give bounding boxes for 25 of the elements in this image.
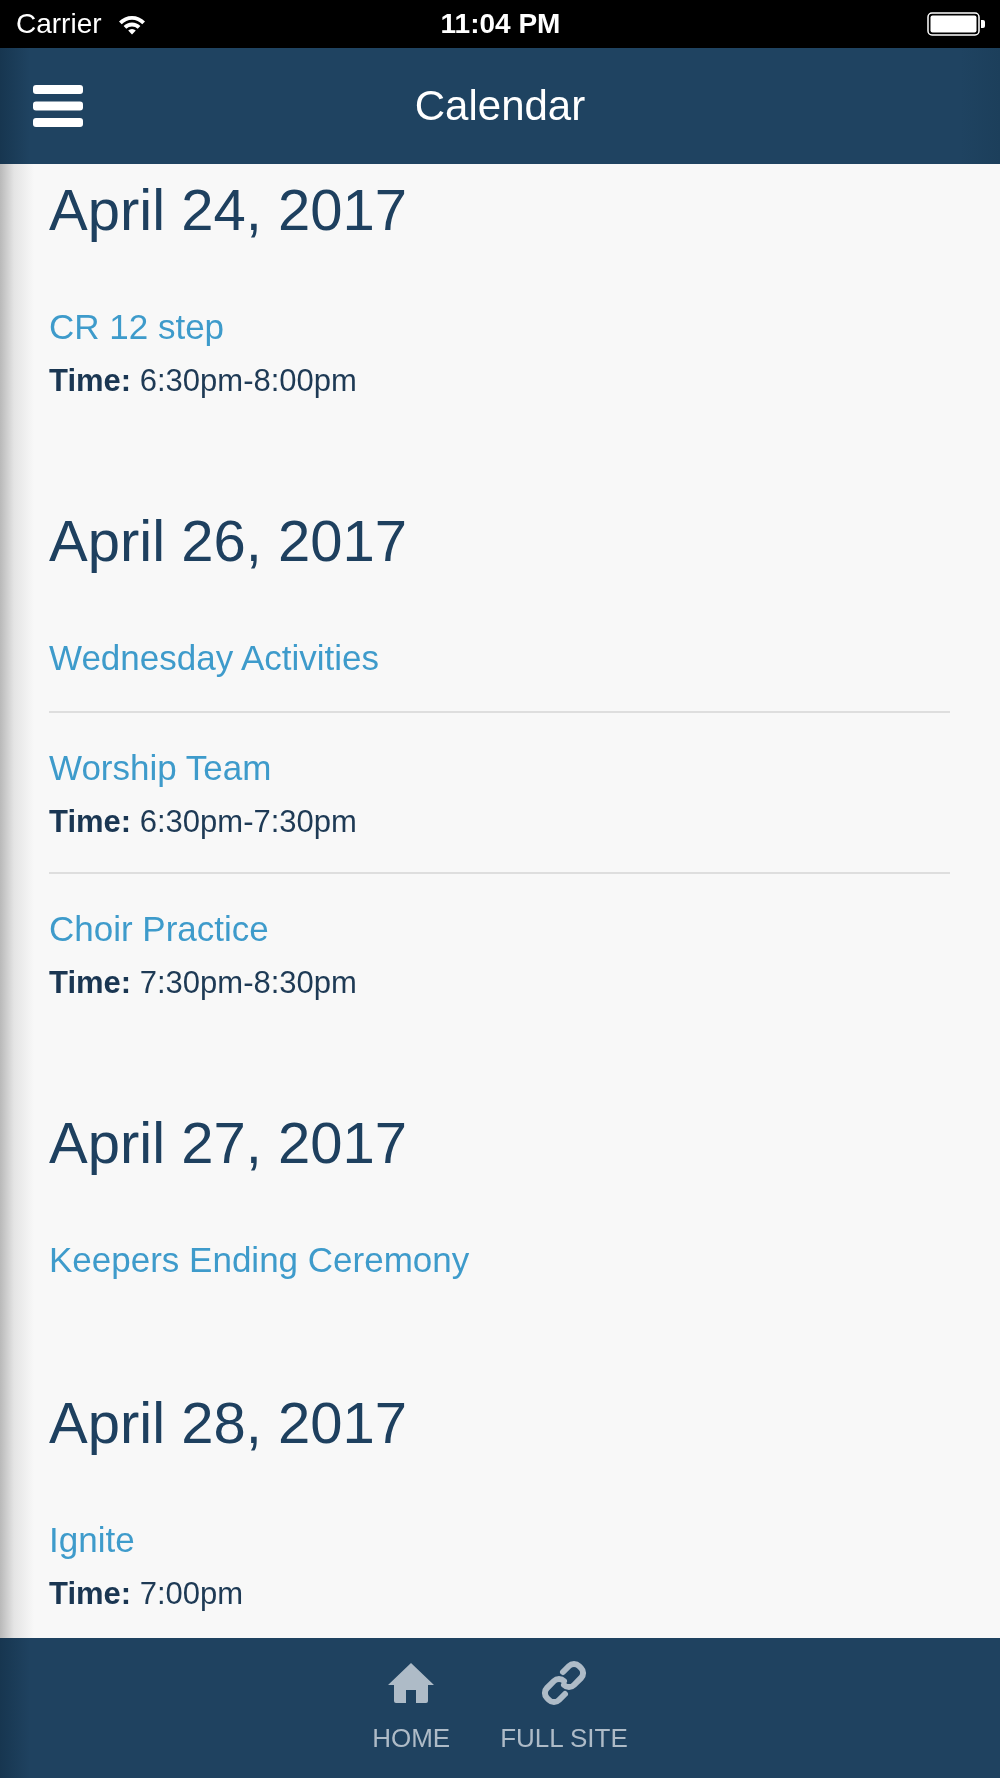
event-link[interactable]: Worship Team <box>49 746 272 790</box>
menu-icon <box>33 85 83 127</box>
link-icon <box>541 1660 587 1706</box>
full-site-tab-button[interactable]: FULL SITE <box>500 1659 628 1753</box>
event-time: Time: 6:30pm-7:30pm <box>49 803 357 841</box>
event-link[interactable]: Keepers Ending Ceremony <box>49 1238 470 1282</box>
carrier-label: Carrier <box>16 8 102 40</box>
page-title: Calendar <box>414 82 586 130</box>
wifi-icon <box>117 13 146 35</box>
home-tab-button[interactable]: HOME <box>372 1659 451 1753</box>
clock-time: 11:04 PM <box>440 8 561 40</box>
home-icon <box>388 1663 435 1703</box>
date-heading: April 28, 2017 <box>49 1390 408 1456</box>
event-time: Time: 7:00pm <box>49 1575 244 1613</box>
battery-icon <box>927 12 985 36</box>
event-link[interactable]: Ignite <box>49 1518 135 1562</box>
menu-button[interactable] <box>33 85 83 127</box>
event-link[interactable]: CR 12 step <box>49 305 225 349</box>
date-heading: April 27, 2017 <box>49 1110 408 1176</box>
event-time: Time: 7:30pm-8:30pm <box>49 964 357 1002</box>
event-link[interactable]: Choir Practice <box>49 907 269 951</box>
date-heading: April 24, 2017 <box>49 177 408 243</box>
event-time: Time: 6:30pm-8:00pm <box>49 362 357 400</box>
event-link[interactable]: Wednesday Activities <box>49 636 380 680</box>
date-heading: April 26, 2017 <box>49 508 408 574</box>
